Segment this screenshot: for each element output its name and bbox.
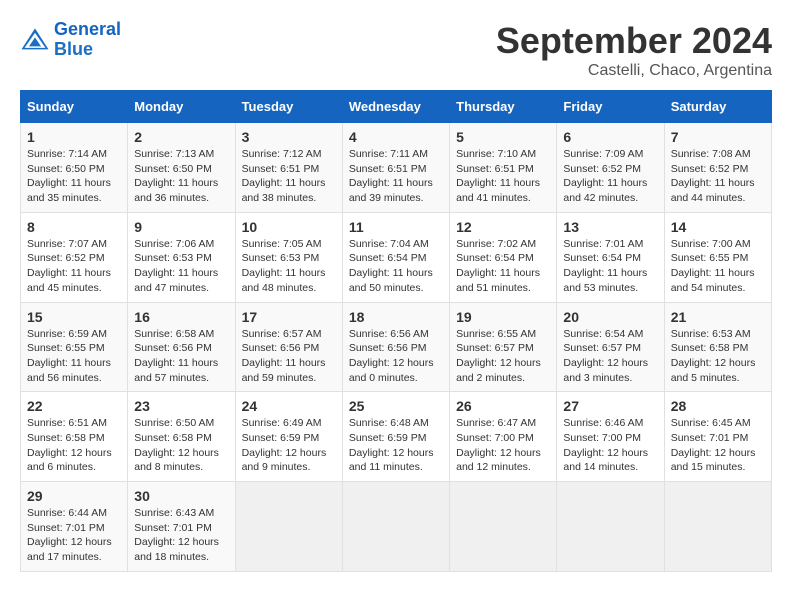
- logo-text: General Blue: [54, 20, 121, 60]
- week-row-4: 22 Sunrise: 6:51 AMSunset: 6:58 PMDaylig…: [21, 392, 772, 482]
- header-friday: Friday: [557, 91, 664, 123]
- day-cell: 11 Sunrise: 7:04 AMSunset: 6:54 PMDaylig…: [342, 212, 449, 302]
- header-tuesday: Tuesday: [235, 91, 342, 123]
- empty-cell: [450, 482, 557, 572]
- day-cell: 25 Sunrise: 6:48 AMSunset: 6:59 PMDaylig…: [342, 392, 449, 482]
- day-cell: 20 Sunrise: 6:54 AMSunset: 6:57 PMDaylig…: [557, 302, 664, 392]
- empty-cell: [342, 482, 449, 572]
- empty-cell: [235, 482, 342, 572]
- day-cell: 17 Sunrise: 6:57 AMSunset: 6:56 PMDaylig…: [235, 302, 342, 392]
- day-cell: 1 Sunrise: 7:14 AMSunset: 6:50 PMDayligh…: [21, 123, 128, 213]
- day-cell: 4 Sunrise: 7:11 AMSunset: 6:51 PMDayligh…: [342, 123, 449, 213]
- day-cell: 19 Sunrise: 6:55 AMSunset: 6:57 PMDaylig…: [450, 302, 557, 392]
- calendar-table: Sunday Monday Tuesday Wednesday Thursday…: [20, 90, 772, 572]
- week-row-5: 29 Sunrise: 6:44 AMSunset: 7:01 PMDaylig…: [21, 482, 772, 572]
- empty-cell: [664, 482, 771, 572]
- empty-cell: [557, 482, 664, 572]
- day-cell: 15 Sunrise: 6:59 AMSunset: 6:55 PMDaylig…: [21, 302, 128, 392]
- day-cell: 5 Sunrise: 7:10 AMSunset: 6:51 PMDayligh…: [450, 123, 557, 213]
- weekday-header-row: Sunday Monday Tuesday Wednesday Thursday…: [21, 91, 772, 123]
- header-saturday: Saturday: [664, 91, 771, 123]
- week-row-1: 1 Sunrise: 7:14 AMSunset: 6:50 PMDayligh…: [21, 123, 772, 213]
- day-cell: 24 Sunrise: 6:49 AMSunset: 6:59 PMDaylig…: [235, 392, 342, 482]
- location-subtitle: Castelli, Chaco, Argentina: [496, 62, 772, 80]
- month-title: September 2024: [496, 20, 772, 62]
- day-cell: 30 Sunrise: 6:43 AMSunset: 7:01 PMDaylig…: [128, 482, 235, 572]
- day-cell: 28 Sunrise: 6:45 AMSunset: 7:01 PMDaylig…: [664, 392, 771, 482]
- day-cell: 22 Sunrise: 6:51 AMSunset: 6:58 PMDaylig…: [21, 392, 128, 482]
- header-wednesday: Wednesday: [342, 91, 449, 123]
- day-cell: 16 Sunrise: 6:58 AMSunset: 6:56 PMDaylig…: [128, 302, 235, 392]
- day-cell: 12 Sunrise: 7:02 AMSunset: 6:54 PMDaylig…: [450, 212, 557, 302]
- day-cell: 14 Sunrise: 7:00 AMSunset: 6:55 PMDaylig…: [664, 212, 771, 302]
- week-row-3: 15 Sunrise: 6:59 AMSunset: 6:55 PMDaylig…: [21, 302, 772, 392]
- logo: General Blue: [20, 20, 121, 60]
- day-cell: 3 Sunrise: 7:12 AMSunset: 6:51 PMDayligh…: [235, 123, 342, 213]
- header-sunday: Sunday: [21, 91, 128, 123]
- day-cell: 8 Sunrise: 7:07 AMSunset: 6:52 PMDayligh…: [21, 212, 128, 302]
- day-cell: 21 Sunrise: 6:53 AMSunset: 6:58 PMDaylig…: [664, 302, 771, 392]
- header: General Blue September 2024 Castelli, Ch…: [20, 20, 772, 80]
- logo-icon: [20, 25, 50, 55]
- day-cell: 26 Sunrise: 6:47 AMSunset: 7:00 PMDaylig…: [450, 392, 557, 482]
- day-cell: 23 Sunrise: 6:50 AMSunset: 6:58 PMDaylig…: [128, 392, 235, 482]
- day-cell: 7 Sunrise: 7:08 AMSunset: 6:52 PMDayligh…: [664, 123, 771, 213]
- day-cell: 10 Sunrise: 7:05 AMSunset: 6:53 PMDaylig…: [235, 212, 342, 302]
- header-monday: Monday: [128, 91, 235, 123]
- day-cell: 6 Sunrise: 7:09 AMSunset: 6:52 PMDayligh…: [557, 123, 664, 213]
- header-thursday: Thursday: [450, 91, 557, 123]
- day-cell: 27 Sunrise: 6:46 AMSunset: 7:00 PMDaylig…: [557, 392, 664, 482]
- day-cell: 18 Sunrise: 6:56 AMSunset: 6:56 PMDaylig…: [342, 302, 449, 392]
- day-cell: 2 Sunrise: 7:13 AMSunset: 6:50 PMDayligh…: [128, 123, 235, 213]
- title-area: September 2024 Castelli, Chaco, Argentin…: [496, 20, 772, 80]
- day-cell: 13 Sunrise: 7:01 AMSunset: 6:54 PMDaylig…: [557, 212, 664, 302]
- day-cell: 9 Sunrise: 7:06 AMSunset: 6:53 PMDayligh…: [128, 212, 235, 302]
- day-cell: 29 Sunrise: 6:44 AMSunset: 7:01 PMDaylig…: [21, 482, 128, 572]
- week-row-2: 8 Sunrise: 7:07 AMSunset: 6:52 PMDayligh…: [21, 212, 772, 302]
